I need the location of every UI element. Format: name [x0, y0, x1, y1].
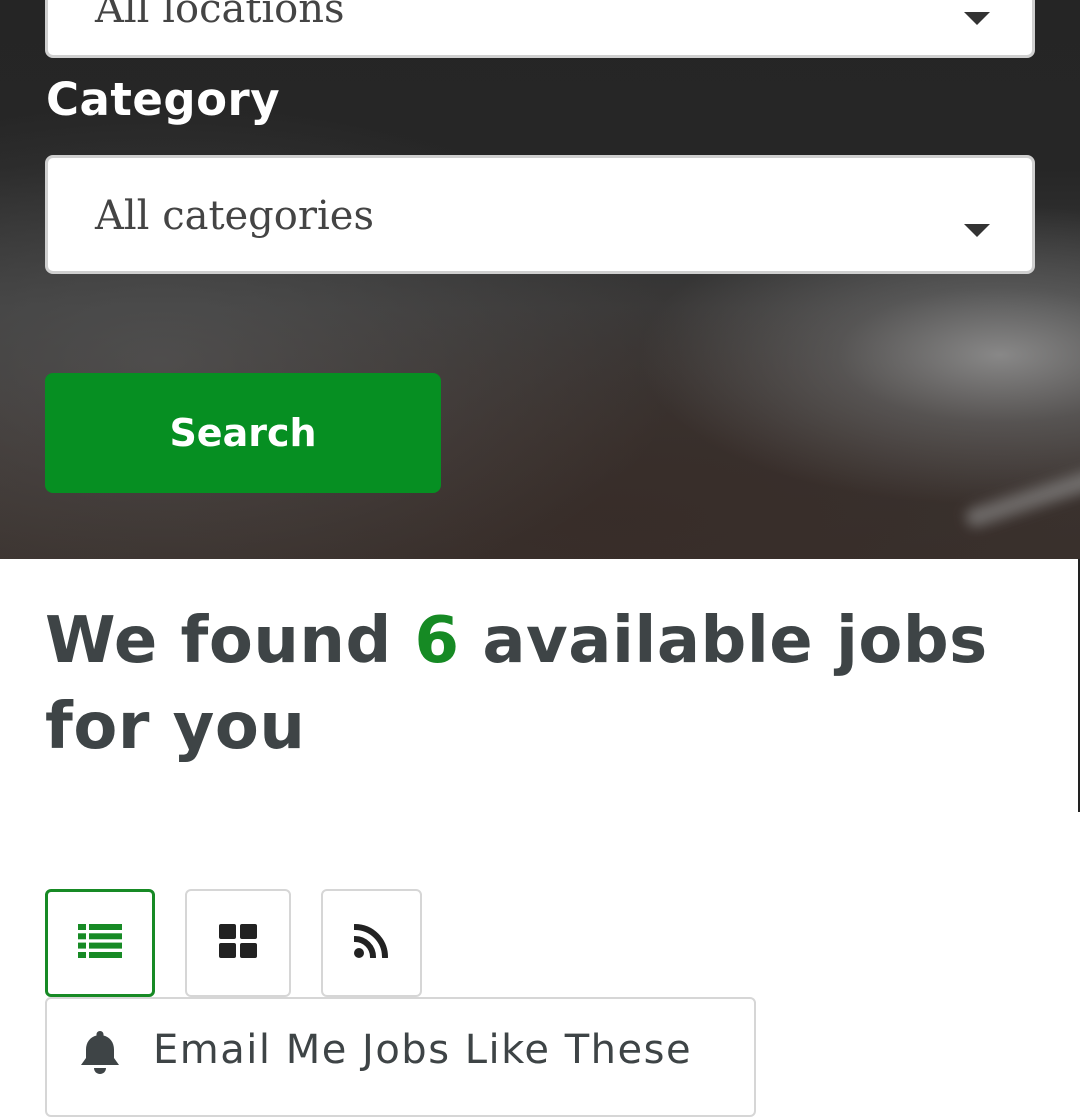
- results-heading-prefix: We found: [45, 604, 392, 678]
- category-select-value: All categories: [95, 193, 374, 239]
- grid-icon: [219, 923, 257, 963]
- email-job-alert-button[interactable]: Email Me Jobs Like These: [45, 997, 756, 1117]
- caret-down-icon: [964, 224, 990, 237]
- bell-icon: [79, 1029, 121, 1080]
- search-hero: All locations Category All categories Se…: [0, 0, 1080, 559]
- hero-background-highlight: [963, 430, 1080, 530]
- rss-feed-button[interactable]: [321, 889, 422, 997]
- results-heading: We found 6 available jobs for you: [45, 598, 1055, 770]
- list-view-button[interactable]: [45, 889, 155, 997]
- category-select[interactable]: All categories: [45, 155, 1035, 274]
- grid-view-button[interactable]: [185, 889, 291, 997]
- results-count: 6: [414, 604, 460, 678]
- caret-down-icon: [964, 12, 990, 25]
- location-select-value: All locations: [95, 0, 345, 32]
- email-job-alert-label: Email Me Jobs Like These: [153, 1027, 693, 1073]
- search-button[interactable]: Search: [45, 373, 441, 493]
- list-icon: [78, 923, 122, 963]
- rss-icon: [351, 923, 390, 963]
- location-select[interactable]: All locations: [45, 0, 1035, 58]
- category-label: Category: [46, 73, 281, 126]
